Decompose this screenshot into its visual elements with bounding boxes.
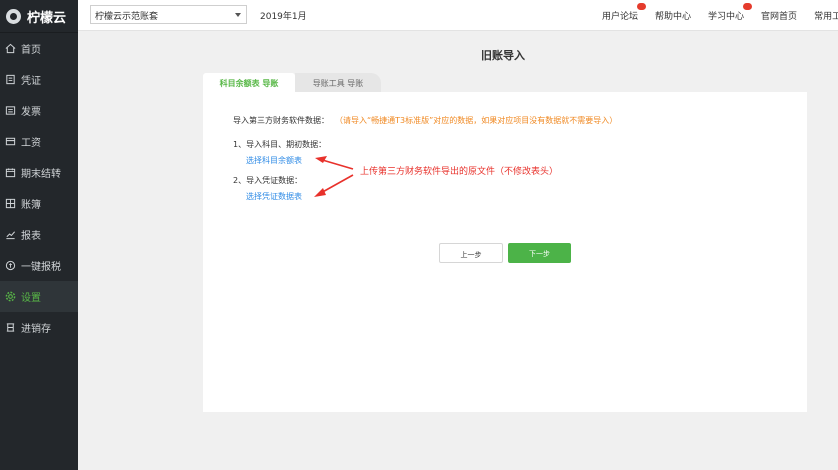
- chevron-down-icon: [235, 13, 241, 17]
- sidebar-item-salary[interactable]: 工资: [0, 126, 78, 157]
- link-official-home[interactable]: 官网首页: [761, 9, 797, 22]
- prev-button[interactable]: 上一步: [439, 243, 503, 263]
- chart-icon: [4, 229, 16, 241]
- account-select[interactable]: 柠檬云示范账套: [90, 5, 247, 24]
- topbar: 柠檬云示范账套 2019年1月 用户论坛 帮助中心 学习中心 官网首页 常用工具: [78, 0, 838, 31]
- sidebar-item-period-close[interactable]: 期末结转: [0, 157, 78, 188]
- invoice-icon: [4, 105, 16, 117]
- gear-icon: [4, 291, 16, 303]
- brand-name: 柠檬云: [27, 10, 67, 26]
- step2-label: 2、导入凭证数据：: [233, 176, 303, 185]
- annotation-note: 上传第三方财务软件导出的原文件（不修改表头）: [360, 167, 559, 177]
- link-learning-center[interactable]: 学习中心: [708, 3, 753, 22]
- link-user-forum[interactable]: 用户论坛: [602, 3, 647, 22]
- import-tip: （请导入“畅捷通T3标准版”对应的数据，如果对应项目没有数据就不需要导入）: [339, 116, 618, 125]
- import-instruction: 导入第三方财务软件数据： （请导入“畅捷通T3标准版”对应的数据，如果对应项目没有…: [233, 115, 617, 126]
- page-title: 旧账导入: [481, 49, 525, 62]
- sidebar-item-settings[interactable]: 设置: [0, 281, 78, 312]
- inventory-icon: [4, 322, 16, 334]
- account-select-value: 柠檬云示范账套: [95, 12, 159, 22]
- calendar-icon: [4, 167, 16, 179]
- link-help-center-label: 帮助中心: [655, 12, 692, 22]
- salary-icon: [4, 136, 16, 148]
- step1-label: 1、导入科目、期初数据：: [233, 140, 327, 149]
- sidebar-item-ledger[interactable]: 账簿: [0, 188, 78, 219]
- sidebar-item-tax[interactable]: 一键报税: [0, 250, 78, 281]
- sidebar-item-label: 设置: [21, 293, 41, 304]
- tab-tool-import[interactable]: 导账工具 导账: [295, 73, 381, 92]
- voucher-icon: [4, 74, 16, 86]
- link-official-home-label: 官网首页: [761, 12, 798, 22]
- ledger-icon: [4, 198, 16, 210]
- home-icon: [4, 43, 16, 55]
- sidebar-item-home[interactable]: 首页: [0, 33, 78, 64]
- link-common-tools[interactable]: 常用工具: [814, 9, 838, 22]
- sidebar-item-voucher[interactable]: 凭证: [0, 64, 78, 95]
- new-badge: [637, 3, 647, 10]
- sidebar-item-inventory[interactable]: 进销存: [0, 312, 78, 343]
- tab-balance-import[interactable]: 科目余额表 导账: [203, 73, 295, 92]
- link-learning-center-label: 学习中心: [708, 12, 745, 22]
- choose-voucher-link[interactable]: 选择凭证数据表: [246, 191, 302, 202]
- sidebar-item-invoice[interactable]: 发票: [0, 95, 78, 126]
- sidebar: 柠檬云 首页 凭证 发票 工资 期末结转 账簿 报表 一键报税 设置 进销存: [0, 0, 78, 470]
- sidebar-item-label: 发票: [21, 107, 41, 118]
- link-help-center[interactable]: 帮助中心: [655, 9, 691, 22]
- brand[interactable]: 柠檬云: [0, 0, 78, 33]
- sidebar-item-label: 进销存: [21, 324, 51, 335]
- lemon-logo-icon: [6, 8, 21, 24]
- tax-icon: [4, 260, 16, 272]
- import-label: 导入第三方财务软件数据：: [233, 116, 329, 125]
- sidebar-item-label: 一键报税: [21, 262, 61, 273]
- arrow-icon: [315, 156, 354, 170]
- choose-balance-link[interactable]: 选择科目余额表: [246, 155, 302, 166]
- new-badge: [743, 3, 753, 10]
- arrow-icon: [314, 174, 354, 197]
- sidebar-item-label: 首页: [21, 45, 41, 56]
- sidebar-item-label: 凭证: [21, 76, 41, 87]
- sidebar-item-label: 工资: [21, 138, 41, 149]
- sidebar-item-label: 期末结转: [21, 169, 61, 180]
- link-user-forum-label: 用户论坛: [602, 12, 639, 22]
- top-links: 用户论坛 帮助中心 学习中心 官网首页 常用工具: [602, 3, 838, 22]
- sidebar-item-label: 账簿: [21, 200, 41, 211]
- sidebar-item-label: 报表: [21, 231, 41, 242]
- link-common-tools-label: 常用工具: [814, 12, 838, 22]
- sidebar-item-reports[interactable]: 报表: [0, 219, 78, 250]
- import-panel: 导入第三方财务软件数据： （请导入“畅捷通T3标准版”对应的数据，如果对应项目没有…: [203, 92, 807, 412]
- period-label: 2019年1月: [260, 12, 307, 22]
- next-button[interactable]: 下一步: [508, 243, 571, 263]
